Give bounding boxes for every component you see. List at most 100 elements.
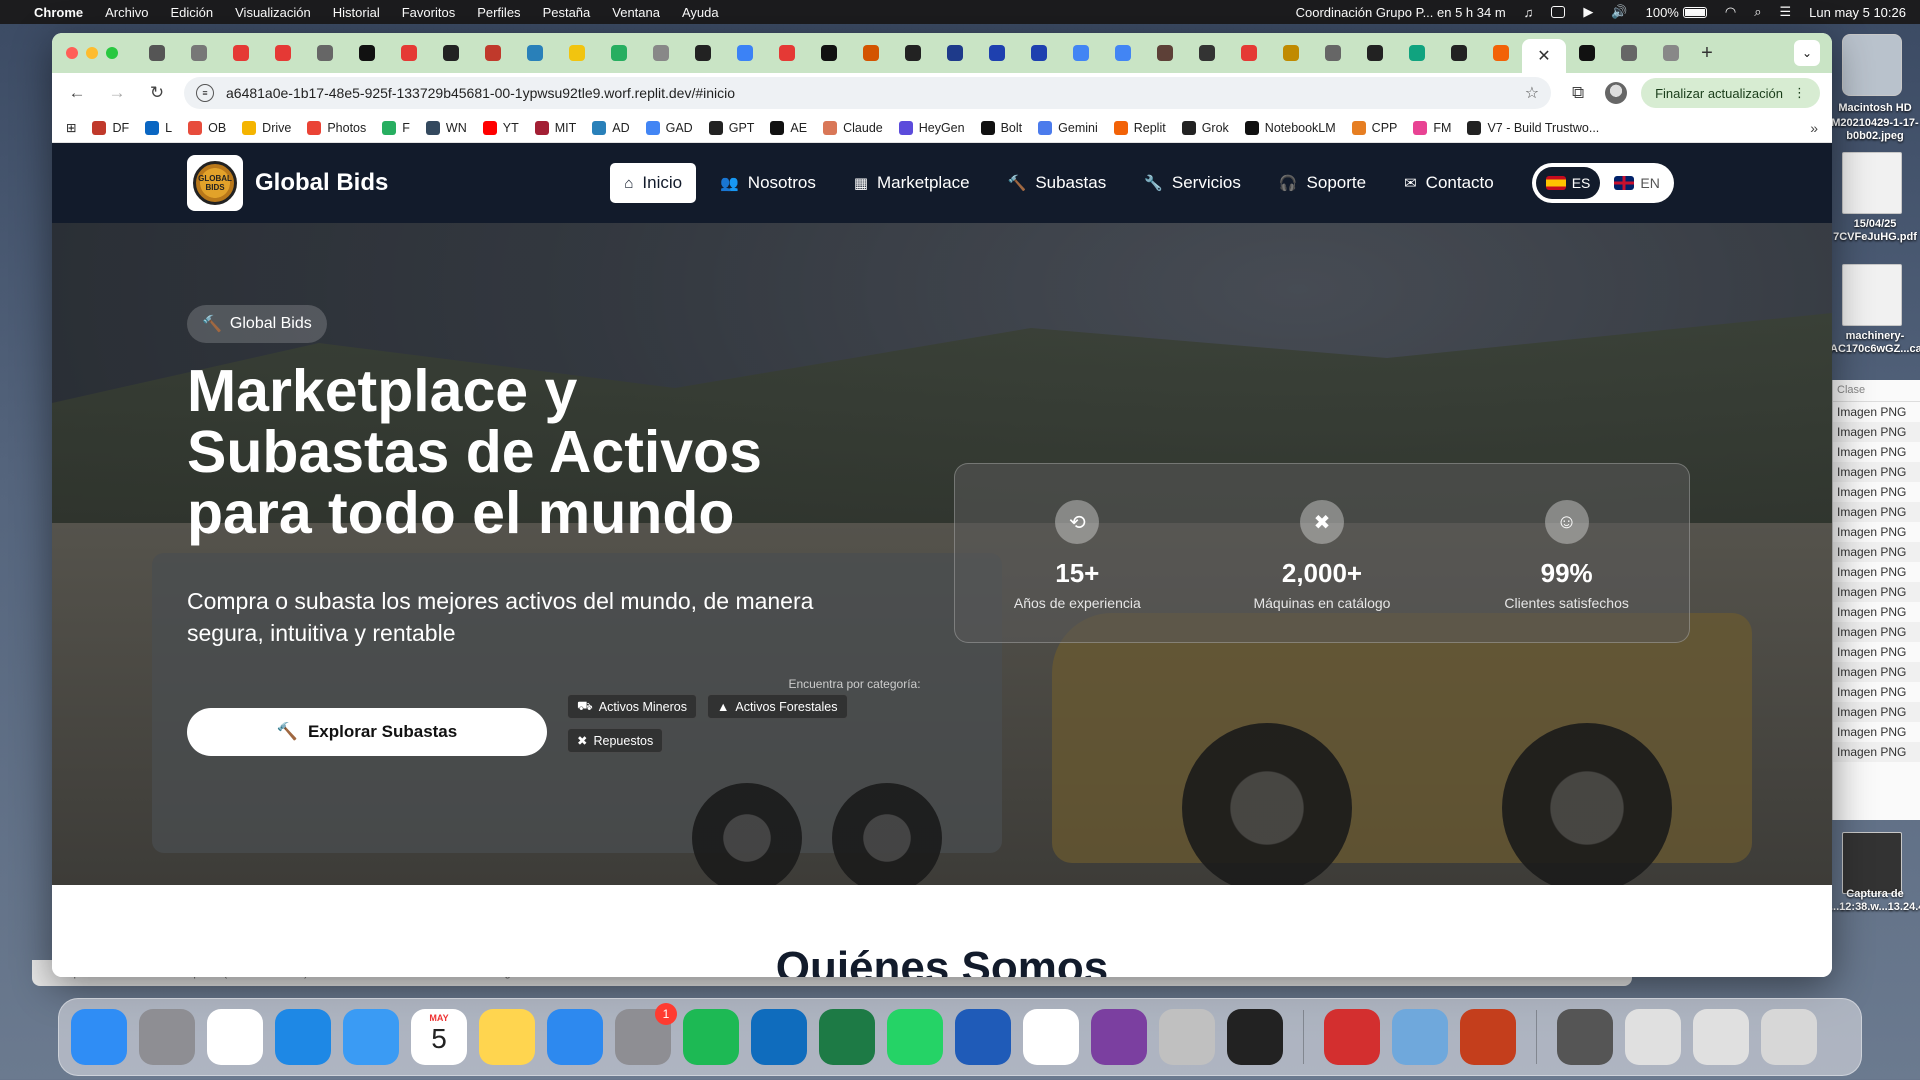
dock-whatsapp-icon[interactable] [887,1009,943,1065]
calendar-event-status[interactable]: Coordinación Grupo P... en 5 h 34 m [1296,5,1506,20]
pdf-file-icon[interactable] [1842,152,1902,214]
nav-contacto[interactable]: ✉ Contacto [1390,163,1508,203]
nav-nosotros[interactable]: 👥 Nosotros [706,163,830,203]
browser-tab[interactable] [1186,37,1228,69]
browser-tab[interactable] [682,37,724,69]
finder-row[interactable]: Imagen PNG [1833,722,1920,742]
dock-grid-app-icon[interactable] [1227,1009,1283,1065]
browser-tab[interactable] [1608,37,1650,69]
dock-safari-icon[interactable] [275,1009,331,1065]
nav-marketplace[interactable]: ▦ Marketplace [840,163,984,203]
finder-row[interactable]: Imagen PNG [1833,622,1920,642]
browser-tab[interactable] [640,37,682,69]
browser-tab[interactable] [1102,37,1144,69]
browser-tab[interactable] [1354,37,1396,69]
spotlight-search-icon[interactable]: ⌕ [1754,4,1761,20]
bookmark-item[interactable]: DF [92,120,129,135]
browser-tab[interactable] [598,37,640,69]
browser-tab[interactable] [514,37,556,69]
bookmark-item[interactable]: Claude [823,120,883,135]
lang-en-button[interactable]: EN [1604,167,1669,199]
browser-tab[interactable] [1480,37,1522,69]
menu-ventana[interactable]: Ventana [612,5,660,20]
dock-word-icon[interactable] [955,1009,1011,1065]
active-browser-tab[interactable]: ✕ [1522,39,1566,73]
browser-tab[interactable] [178,37,220,69]
play-icon[interactable]: ▶ [1583,4,1593,20]
site-logo[interactable]: GLOBAL BIDS Global Bids [187,155,388,211]
forward-button[interactable]: → [104,80,130,106]
bookmark-item[interactable]: OB [188,120,226,135]
bookmark-item[interactable]: L [145,120,172,135]
dock-minimized-window-icon[interactable] [1693,1009,1749,1065]
menu-archivo[interactable]: Archivo [105,5,148,20]
bookmark-item[interactable]: HeyGen [898,120,965,135]
volume-icon[interactable]: 🔊 [1611,4,1627,20]
category-chip-parts[interactable]: ✖ Repuestos [567,728,664,753]
tab-search-button[interactable]: ⌄ [1794,40,1820,66]
back-button[interactable]: ← [64,80,90,106]
dock-outlook-icon[interactable] [751,1009,807,1065]
dock-powerpoint-icon[interactable] [1460,1009,1516,1065]
bookmark-item[interactable]: MIT [534,120,576,135]
bookmark-item[interactable]: CPP [1351,120,1397,135]
finder-row[interactable]: Imagen PNG [1833,602,1920,622]
reload-button[interactable]: ↻ [144,80,170,106]
profile-avatar[interactable] [1605,82,1628,104]
menu-edicion[interactable]: Edición [170,5,213,20]
finder-row[interactable]: Imagen PNG [1833,682,1920,702]
nav-soporte[interactable]: 🎧 Soporte [1265,163,1380,203]
screen-mirror-icon[interactable] [1551,6,1566,18]
bookmark-item[interactable]: NotebookLM [1244,120,1336,135]
menu-favoritos[interactable]: Favoritos [402,5,455,20]
browser-tab[interactable] [1396,37,1438,69]
finder-row[interactable]: Imagen PNG [1833,502,1920,522]
finder-row[interactable]: Imagen PNG [1833,562,1920,582]
bookmark-item[interactable]: Replit [1113,120,1166,135]
new-tab-button[interactable]: + [1692,42,1722,65]
menu-ayuda[interactable]: Ayuda [682,5,719,20]
finder-row[interactable]: Imagen PNG [1833,422,1920,442]
dock-minimized-window-icon[interactable] [1625,1009,1681,1065]
audio-wave-icon[interactable]: ♫ [1524,5,1534,20]
dock-paint-app-icon[interactable] [1159,1009,1215,1065]
category-chip-mining[interactable]: ⛟ Activos Mineros [567,694,697,719]
bookmark-item[interactable]: Photos [307,120,366,135]
dock-keynote-icon[interactable] [547,1009,603,1065]
finder-row[interactable]: Imagen PNG [1833,642,1920,662]
bookmark-item[interactable]: AE [770,120,807,135]
dock-calendar-icon[interactable]: MAY 5 [411,1009,467,1065]
nav-subastas[interactable]: 🔨 Subastas [994,163,1121,203]
close-tab-icon[interactable]: ✕ [1537,46,1550,66]
bookmark-item[interactable]: GAD [645,120,693,135]
category-chip-forest[interactable]: ▲ Activos Forestales [707,694,848,719]
browser-tab[interactable] [724,37,766,69]
minimize-window-button[interactable] [86,47,98,59]
bookmark-item[interactable]: F [382,120,410,135]
browser-tab[interactable] [346,37,388,69]
bookmark-item[interactable]: Drive [242,120,291,135]
nav-servicios[interactable]: 🔧 Servicios [1130,163,1255,203]
dock-notes-icon[interactable] [479,1009,535,1065]
browser-tab[interactable] [430,37,472,69]
control-center-icon[interactable]: ☰ [1779,4,1791,20]
explore-auctions-button[interactable]: 🔨 Explorar Subastas [187,708,547,756]
hard-drive-icon[interactable] [1842,34,1902,96]
browser-tab[interactable] [850,37,892,69]
browser-tab[interactable] [808,37,850,69]
browser-tab[interactable] [976,37,1018,69]
menu-pestana[interactable]: Pestaña [543,5,591,20]
nav-inicio[interactable]: ⌂ Inicio [610,163,697,203]
bookmark-item[interactable]: Grok [1181,120,1229,135]
finder-row[interactable]: Imagen PNG [1833,742,1920,762]
dock-mail-icon[interactable] [343,1009,399,1065]
dock-screen-app-icon[interactable] [1091,1009,1147,1065]
menu-chrome[interactable]: Chrome [34,5,83,20]
bookmark-item[interactable]: AD [592,120,630,135]
bookmark-item[interactable]: V7 - Build Trustwo... [1467,120,1599,135]
dock-excel-icon[interactable] [819,1009,875,1065]
dock-finder-icon[interactable] [71,1009,127,1065]
browser-tab[interactable] [892,37,934,69]
browser-tab[interactable] [220,37,262,69]
bookmarks-overflow-button[interactable]: » [1810,120,1818,136]
